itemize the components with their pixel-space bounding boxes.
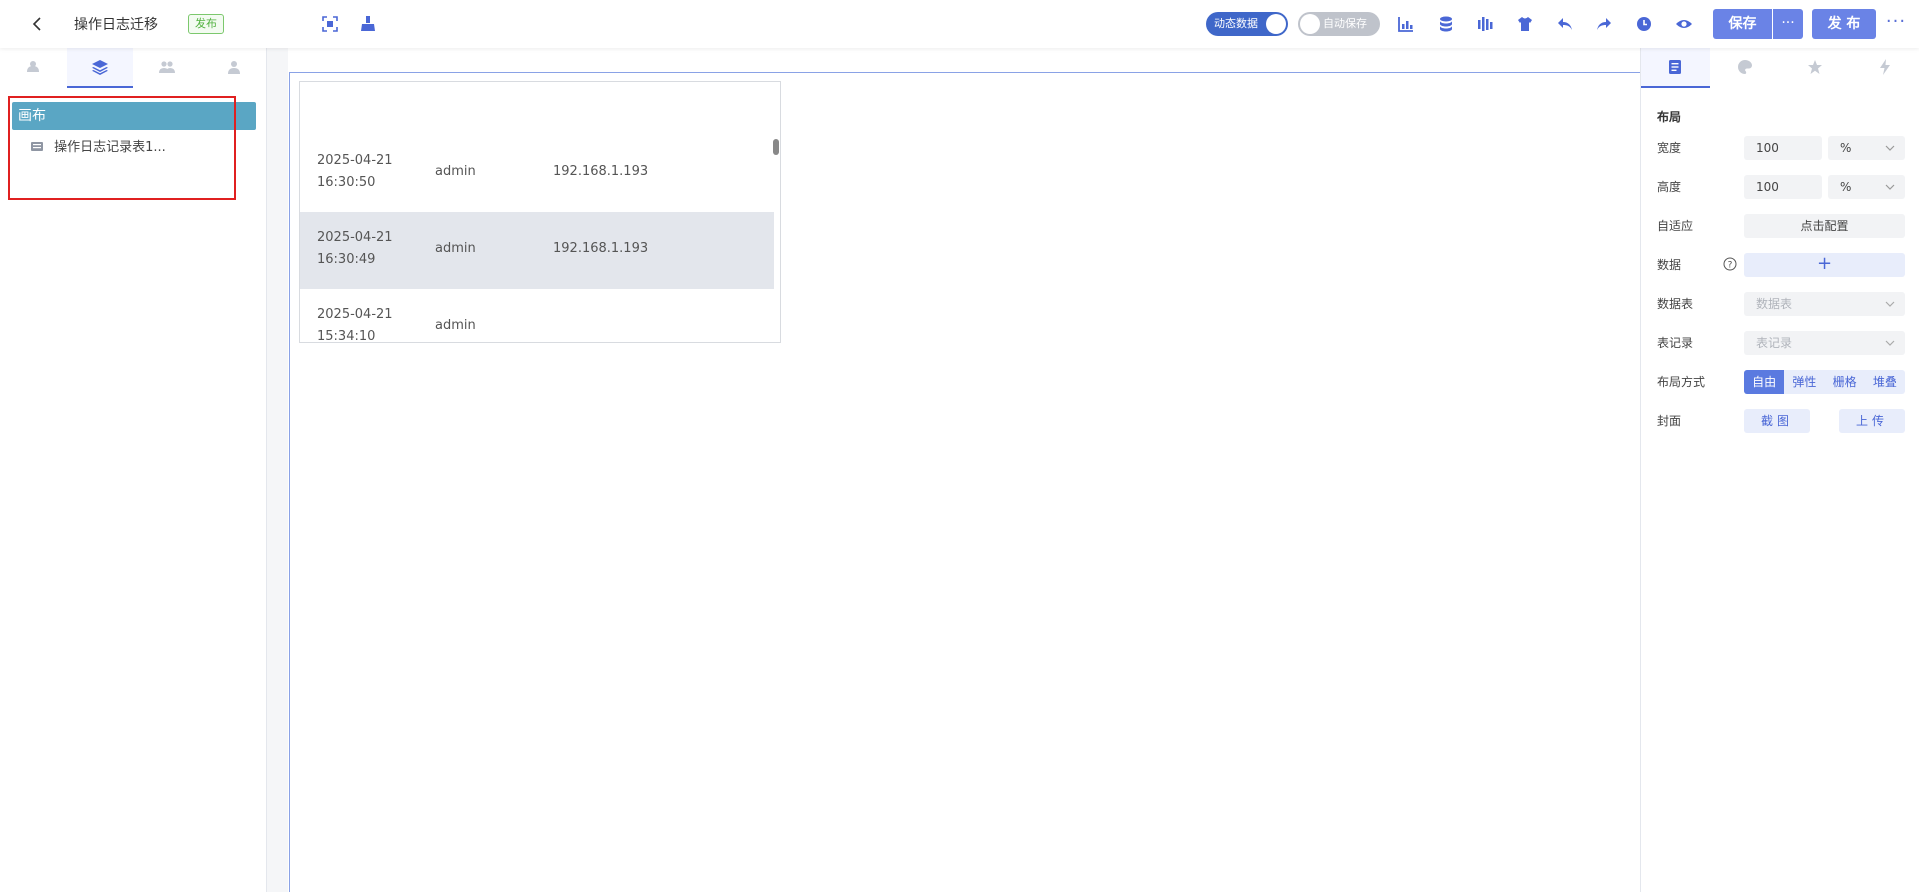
toggle-knob (1300, 14, 1320, 34)
width-input[interactable]: 100 (1744, 136, 1822, 160)
table-cell-user: admin (435, 318, 476, 333)
top-toolbar: 操作日志迁移 发布 动态数据 自动保存 保存 ··· 发 布 ··· (0, 0, 1919, 48)
shirt-icon[interactable] (1515, 14, 1535, 34)
eye-icon[interactable] (1674, 14, 1694, 34)
table-component-icon (31, 142, 43, 151)
status-badge: 发布 (188, 14, 224, 34)
height-unit-value: % (1840, 180, 1852, 194)
help-icon[interactable]: ? (1723, 257, 1737, 271)
lightning-icon (1880, 59, 1890, 75)
tab-groups[interactable] (134, 48, 200, 86)
save-options-button[interactable]: ··· (1773, 9, 1803, 39)
table-cell-time: 2025-04-21 16:30:49 (317, 230, 393, 267)
components-icon (27, 61, 39, 72)
publish-button[interactable]: 发 布 (1812, 9, 1876, 39)
width-unit-select[interactable]: % (1828, 136, 1905, 160)
width-label: 宽度 (1657, 141, 1682, 155)
layout-mode-stack[interactable]: 堆叠 (1865, 370, 1905, 394)
brush-icon[interactable] (358, 14, 378, 34)
table-cell-time: 2025-04-21 16:30:50 (317, 153, 393, 190)
layout-mode-grid[interactable]: 栅格 (1825, 370, 1865, 394)
tab-components[interactable] (0, 48, 66, 86)
data-label: 数据 (1657, 258, 1682, 272)
layout-section-title: 布局 (1657, 110, 1682, 124)
dynamic-data-toggle[interactable]: 动态数据 (1206, 12, 1288, 36)
redo-icon[interactable] (1594, 14, 1614, 34)
table-record-placeholder: 表记录 (1756, 336, 1793, 350)
layout-mode-free[interactable]: 自由 (1744, 370, 1785, 394)
table-cell-time: 2025-04-21 15:34:10 (317, 307, 393, 343)
operation-log-table-widget[interactable]: 2025-04-21 16:30:50 admin 192.168.1.193 … (299, 81, 781, 343)
toggle-knob (1266, 14, 1286, 34)
height-label: 高度 (1657, 180, 1682, 194)
table-cell-user: admin (435, 164, 476, 179)
layout-mode-label: 布局方式 (1657, 375, 1706, 389)
tab-properties[interactable] (1641, 48, 1710, 88)
table-cell-user: admin (435, 241, 476, 256)
tab-events[interactable] (1851, 48, 1919, 86)
height-input[interactable]: 100 (1744, 175, 1822, 199)
layout-mode-selector: 自由 弹性 栅格 堆叠 (1744, 370, 1905, 394)
cover-upload-button[interactable]: 上传 (1839, 409, 1905, 433)
chevron-down-icon (1885, 145, 1895, 151)
palette-icon (1738, 60, 1752, 74)
dynamic-data-label: 动态数据 (1214, 17, 1258, 30)
page-title: 操作日志迁移 (74, 17, 158, 33)
user-icon (228, 61, 240, 74)
group-icon (159, 61, 175, 73)
table-row[interactable]: 2025-04-21 15:34:10 admin (300, 289, 774, 343)
adaptive-label: 自适应 (1657, 219, 1694, 233)
data-table-label: 数据表 (1657, 297, 1694, 311)
width-unit-value: % (1840, 141, 1852, 155)
fit-screen-icon[interactable] (320, 14, 340, 34)
properties-icon (1669, 60, 1681, 74)
sound-bars-icon[interactable] (1475, 14, 1495, 34)
table-scrollbar-thumb[interactable] (773, 139, 779, 155)
adaptive-config-button[interactable]: 点击配置 (1744, 214, 1905, 238)
data-table-placeholder: 数据表 (1756, 297, 1793, 311)
table-cell-ip: 192.168.1.193 (553, 241, 649, 256)
layers-icon (92, 60, 108, 75)
tab-favorites[interactable] (1781, 48, 1850, 86)
data-table-select[interactable]: 数据表 (1744, 292, 1905, 316)
layout-mode-flex[interactable]: 弹性 (1784, 370, 1824, 394)
add-data-button[interactable]: + (1744, 253, 1905, 277)
clock-icon[interactable] (1634, 14, 1654, 34)
table-cell-ip: 192.168.1.193 (553, 164, 649, 179)
svg-text:?: ? (1728, 261, 1733, 271)
chevron-down-icon (1885, 340, 1895, 346)
left-panel-tabs (0, 48, 267, 88)
table-record-label: 表记录 (1657, 336, 1694, 350)
tab-layers[interactable] (67, 48, 133, 88)
chevron-down-icon (1885, 301, 1895, 307)
table-row[interactable]: 2025-04-21 16:30:49 admin 192.168.1.193 (300, 212, 774, 289)
cover-label: 封面 (1657, 414, 1682, 428)
tab-users[interactable] (201, 48, 267, 86)
workspace-gutter (267, 48, 288, 892)
table-record-select[interactable]: 表记录 (1744, 331, 1905, 355)
tree-node-canvas[interactable]: 画布 (12, 102, 256, 130)
more-menu-button[interactable]: ··· (1881, 9, 1911, 39)
undo-icon[interactable] (1555, 14, 1575, 34)
height-unit-select[interactable]: % (1828, 175, 1905, 199)
chevron-down-icon (1885, 184, 1895, 190)
tree-node-label: 操作日志记录表1... (54, 140, 166, 155)
autosave-toggle[interactable]: 自动保存 (1298, 12, 1380, 36)
left-panel: 画布 操作日志记录表1... (0, 48, 267, 892)
tab-style[interactable] (1711, 48, 1780, 86)
table-row[interactable]: 2025-04-21 16:30:50 admin 192.168.1.193 (300, 135, 774, 212)
star-icon (1808, 60, 1822, 74)
back-arrow-icon[interactable] (28, 14, 48, 34)
right-properties-panel: 布局 宽度 100 % 高度 100 % 自适应 点击配置 数据 ? + 数据表… (1640, 48, 1919, 892)
cover-capture-button[interactable]: 截图 (1744, 409, 1810, 433)
autosave-label: 自动保存 (1323, 17, 1367, 30)
tree-node-operation-log-table[interactable]: 操作日志记录表1... (30, 136, 166, 160)
chart-icon[interactable] (1396, 14, 1416, 34)
save-button[interactable]: 保存 (1713, 9, 1772, 39)
database-icon[interactable] (1436, 14, 1456, 34)
